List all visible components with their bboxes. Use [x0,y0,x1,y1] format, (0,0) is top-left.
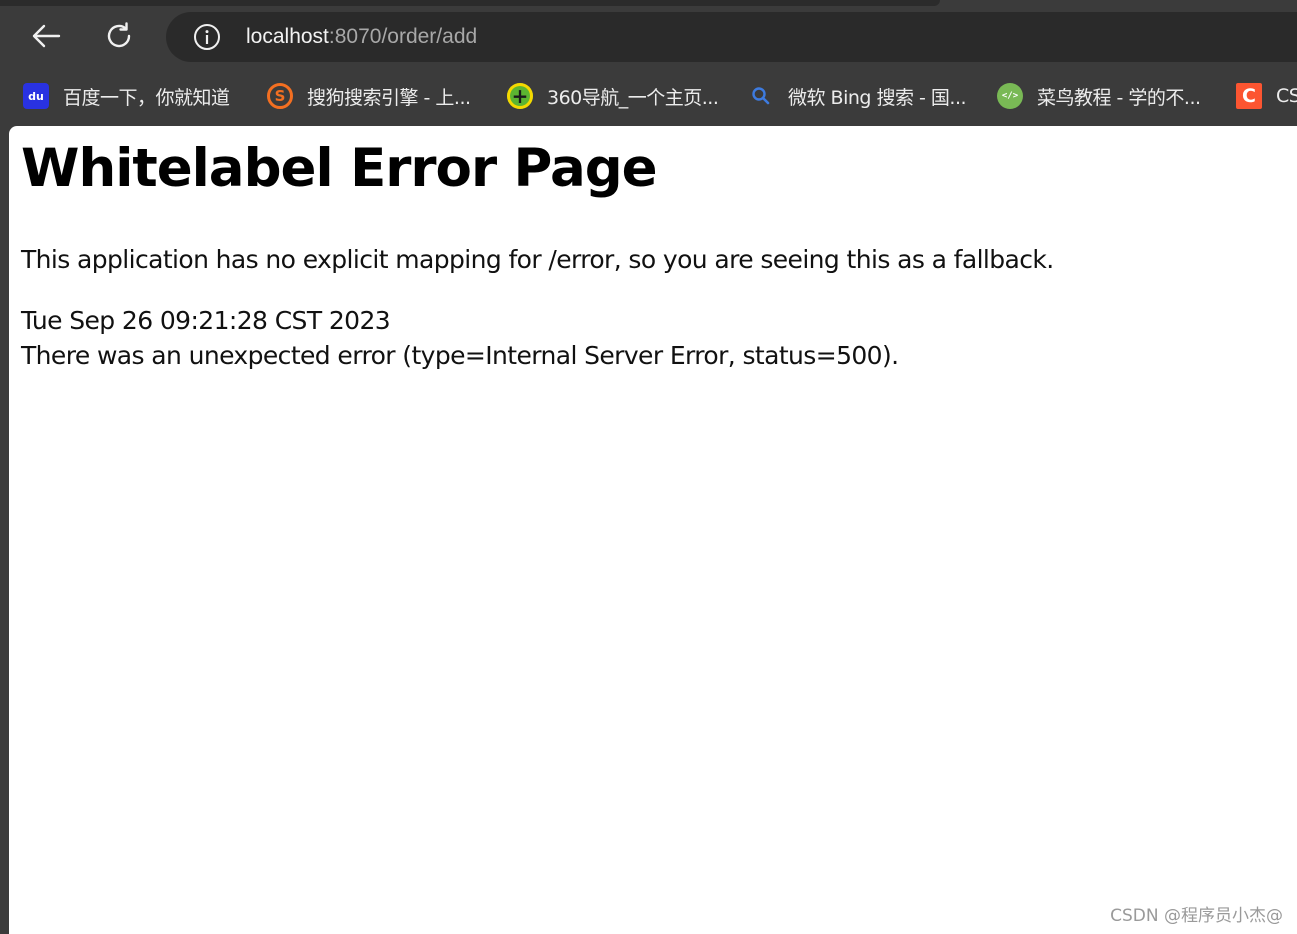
baidu-icon-text: du [28,89,44,103]
bookmark-runoob[interactable]: </> 菜鸟教程 - 学的不... [997,81,1201,111]
bookmark-baidu[interactable]: du 百度一下，你就知道 [23,81,230,111]
bookmark-bing[interactable]: 微软 Bing 搜索 - 国... [748,81,967,111]
bookmark-label: 百度一下，你就知道 [63,86,230,109]
sogou-icon: S [267,83,293,109]
back-arrow-icon [32,24,61,48]
bookmark-label: CS [1276,85,1297,107]
bookmarks-bar: du 百度一下，你就知道 S 搜狗搜索引擎 - 上... + 360导航_一个主… [0,68,1297,126]
bookmark-sogou[interactable]: S 搜狗搜索引擎 - 上... [267,81,471,111]
info-icon[interactable] [193,23,221,51]
360-icon: + [507,83,533,109]
toolbar: localhost:8070/order/add [0,6,1297,68]
baidu-icon: du [23,83,49,109]
watermark: CSDN @程序员小杰@ [1110,906,1283,926]
bookmark-label: 微软 Bing 搜索 - 国... [788,86,967,109]
url-text[interactable]: localhost:8070/order/add [246,12,477,62]
bing-search-icon [748,83,774,109]
bookmark-label: 菜鸟教程 - 学的不... [1037,86,1201,109]
reload-icon [107,22,131,48]
url-host: localhost [246,25,329,48]
bookmark-csdn[interactable]: C CS [1236,81,1297,111]
runoob-icon: </> [997,83,1023,109]
address-bar[interactable]: localhost:8070/order/add [166,12,1297,62]
page-title: Whitelabel Error Page [21,138,658,199]
360-icon-text: + [511,84,529,108]
bookmark-label: 360导航_一个主页... [547,86,719,109]
csdn-icon: C [1236,83,1262,109]
search-icon [752,87,770,105]
error-timestamp: Tue Sep 26 09:21:28 CST 2023 [21,306,391,335]
bookmark-label: 搜狗搜索引擎 - 上... [307,86,471,109]
reload-button[interactable] [97,16,141,56]
browser-window: localhost:8070/order/add du 百度一下，你就知道 S … [0,0,1297,934]
csdn-icon-text: C [1242,85,1256,107]
page-content: Whitelabel Error Page This application h… [9,126,1297,934]
error-description: This application has no explicit mapping… [21,245,1054,274]
error-detail: There was an unexpected error (type=Inte… [21,341,899,370]
url-path: :8070/order/add [328,25,478,48]
bookmark-360[interactable]: + 360导航_一个主页... [507,81,719,111]
back-button[interactable] [24,16,68,56]
runoob-icon-text: </> [1001,91,1019,101]
sogou-icon-text: S [274,87,286,105]
